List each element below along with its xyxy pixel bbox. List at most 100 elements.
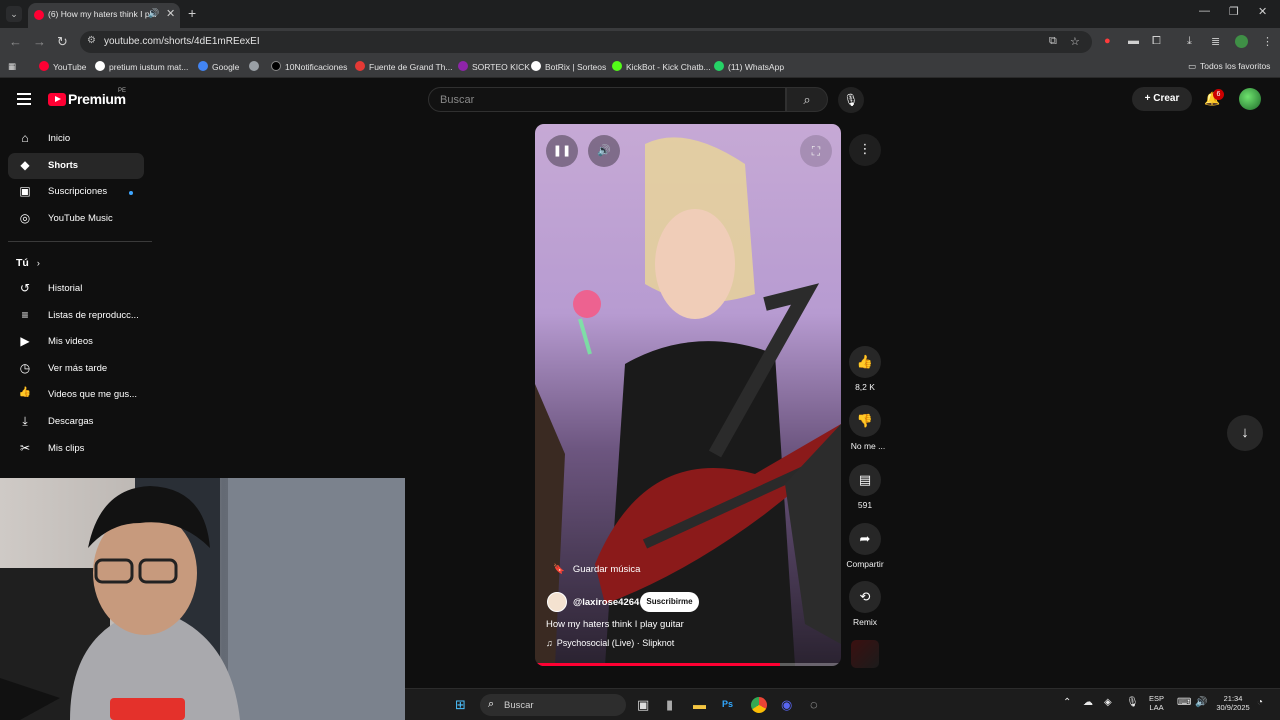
extension-icon[interactable]: ●: [1104, 35, 1111, 47]
taskbar-search[interactable]: ⌕ Buscar: [480, 694, 626, 716]
create-button[interactable]: + Crear: [1132, 87, 1192, 111]
new-tab-button[interactable]: +: [188, 5, 196, 21]
music-link[interactable]: ♫ Psychosocial (Live) · Slipknot: [546, 638, 674, 648]
playlists-icon: ≡: [21, 308, 29, 322]
voice-search-button[interactable]: 🎙: [838, 87, 864, 113]
volume-tray-icon[interactable]: 🔊: [1195, 697, 1207, 708]
menu-kebab-icon[interactable]: ⋮: [1262, 35, 1273, 48]
bookmark-botrix[interactable]: BotRix | Sorteos: [531, 61, 606, 72]
new-content-dot: [129, 191, 133, 195]
search-input[interactable]: Buscar: [428, 87, 786, 112]
comments-button[interactable]: ▤: [849, 464, 881, 496]
mic-tray-icon[interactable]: 🎙: [1126, 697, 1139, 708]
reload-icon[interactable]: ↻: [57, 34, 68, 50]
search-button[interactable]: ⌕: [786, 87, 828, 112]
bookmark-whatsapp[interactable]: (11) WhatsApp: [714, 61, 784, 72]
sidebar-item-subscriptions[interactable]: ▣ Suscripciones: [8, 179, 144, 205]
bookmark-star-icon[interactable]: ☆: [1070, 35, 1080, 48]
back-icon[interactable]: ←: [9, 34, 22, 49]
liked-icon: 👍: [18, 387, 32, 398]
sidebar-item-clips[interactable]: ✂ Mis clips: [8, 436, 144, 462]
tab-search-button[interactable]: ⌄: [6, 6, 22, 22]
apps-grid-icon[interactable]: ▦: [8, 61, 16, 72]
sidebar-item-watch-later[interactable]: ◷ Ver más tarde: [8, 356, 144, 382]
sidebar-item-home[interactable]: ⌂ Inicio: [8, 126, 144, 152]
share-icon: ➦: [859, 531, 871, 546]
fullscreen-button[interactable]: ⛶: [800, 135, 832, 167]
install-app-icon[interactable]: ⧉: [1049, 35, 1057, 48]
account-avatar[interactable]: [1239, 88, 1261, 110]
bookmark-google[interactable]: Google: [198, 61, 239, 72]
extensions-puzzle-icon[interactable]: ⧠: [1152, 35, 1161, 48]
speaker-icon[interactable]: 🔊: [148, 8, 159, 19]
windows-taskbar: ⊞ ⌕ Buscar ▣ ▮ ▬ Ps ◉ ◌ ⌃ ☁ ◈ 🎙 ESP LAA ⌨…: [405, 688, 1280, 720]
clock[interactable]: 21:34 30/9/2025: [1213, 694, 1253, 712]
video-title[interactable]: How my haters think I play guitar: [546, 619, 684, 630]
close-tab-icon[interactable]: ✕: [166, 7, 175, 20]
remix-icon: ⟲: [859, 589, 871, 604]
bookmark-pretium[interactable]: pretium iustum mat...: [95, 61, 188, 72]
minimize-icon[interactable]: —: [1199, 5, 1210, 17]
share-button[interactable]: ➦: [849, 523, 881, 555]
you-section-header[interactable]: Tú ›: [16, 257, 40, 269]
menu-icon[interactable]: [17, 93, 31, 108]
remix-button[interactable]: ⟲: [849, 581, 881, 613]
windows-start-icon[interactable]: ⊞: [455, 697, 466, 713]
bookmark-globe[interactable]: [249, 61, 263, 72]
dislike-button[interactable]: 👎: [849, 405, 881, 437]
bookmark-kickbot[interactable]: KickBot - Kick Chatb...: [612, 61, 711, 72]
sidebar-item-liked-videos[interactable]: 👍 Videos que me gus...: [8, 382, 144, 408]
downloads-icon[interactable]: ⤓: [1187, 35, 1192, 48]
sidebar-item-shorts[interactable]: ◆ Shorts: [8, 153, 144, 179]
site-info-icon[interactable]: ⚙: [87, 35, 96, 46]
like-button[interactable]: 👍: [849, 346, 881, 378]
sidebar-item-my-videos[interactable]: ▶ Mis videos: [8, 329, 144, 355]
chrome-icon[interactable]: [751, 697, 767, 713]
app-2-icon[interactable]: ◌: [810, 697, 818, 712]
restore-icon[interactable]: ❐: [1229, 5, 1239, 18]
progress-fill: [535, 663, 780, 666]
security-icon[interactable]: ◈: [1104, 697, 1112, 708]
all-bookmarks[interactable]: ▭ Todos los favoritos: [1188, 61, 1270, 72]
app-icon[interactable]: ▮: [666, 697, 673, 713]
close-window-icon[interactable]: ✕: [1258, 5, 1267, 18]
tray-expand-icon[interactable]: ⌃: [1063, 697, 1071, 708]
language-indicator[interactable]: ESP LAA: [1149, 694, 1164, 712]
media-controls-icon[interactable]: ≣: [1211, 35, 1220, 48]
sidebar-item-downloads[interactable]: ⤓ Descargas: [8, 409, 144, 435]
forward-icon[interactable]: →: [33, 34, 46, 49]
sidebar-item-history[interactable]: ↺ Historial: [8, 276, 144, 302]
bookmark-sorteo-kick[interactable]: SORTEO KICK: [458, 61, 530, 72]
sound-thumbnail[interactable]: [851, 640, 879, 668]
photoshop-icon[interactable]: Ps: [722, 699, 733, 709]
sidebar-item-playlists[interactable]: ≡ Listas de reproducc...: [8, 303, 144, 329]
next-short-button[interactable]: ↓: [1227, 415, 1263, 451]
profile-icon[interactable]: [1235, 35, 1248, 48]
discord-icon[interactable]: ◉: [781, 697, 792, 713]
more-options-button[interactable]: ⋮: [849, 134, 881, 166]
pause-button[interactable]: ❚❚: [546, 135, 578, 167]
bookmark-fuente[interactable]: Fuente de Grand Th...: [355, 61, 452, 72]
save-music-button[interactable]: 🔖 Guardar música: [553, 564, 640, 575]
subscribe-button[interactable]: Suscribirme: [640, 592, 699, 612]
address-bar[interactable]: ⚙ youtube.com/shorts/4dE1mREexEI: [80, 31, 1092, 53]
youtube-premium-logo[interactable]: Premium PE: [48, 88, 126, 109]
music-icon: ◎: [19, 211, 31, 225]
short-video-player[interactable]: ❚❚ 🔊 ⛶ 🔖 Guardar música @laxirose4264 Sus…: [535, 124, 841, 666]
bookmark-notificaciones[interactable]: 10Notificaciones: [271, 61, 347, 72]
volume-button[interactable]: 🔊: [588, 135, 620, 167]
notification-center-icon[interactable]: ◔: [1257, 697, 1263, 708]
bookmark-youtube[interactable]: YouTube: [39, 61, 86, 72]
task-view-icon[interactable]: ▣: [637, 697, 649, 713]
extension-2-icon[interactable]: ▬: [1128, 35, 1139, 47]
folder-icon: ▭: [1188, 61, 1197, 71]
channel-avatar[interactable]: [547, 592, 567, 612]
channel-handle[interactable]: @laxirose4264: [573, 597, 639, 608]
onedrive-icon[interactable]: ☁: [1083, 697, 1093, 708]
video-progress-bar[interactable]: [535, 663, 841, 666]
sidebar-item-youtube-music[interactable]: ◎ YouTube Music: [8, 206, 144, 232]
file-explorer-icon[interactable]: ▬: [693, 697, 706, 712]
youtube-favicon-icon: [34, 10, 44, 20]
network-icon[interactable]: ⌨: [1177, 697, 1191, 708]
browser-tab[interactable]: (6) How my haters think I play guitar 🔊 …: [28, 3, 180, 28]
